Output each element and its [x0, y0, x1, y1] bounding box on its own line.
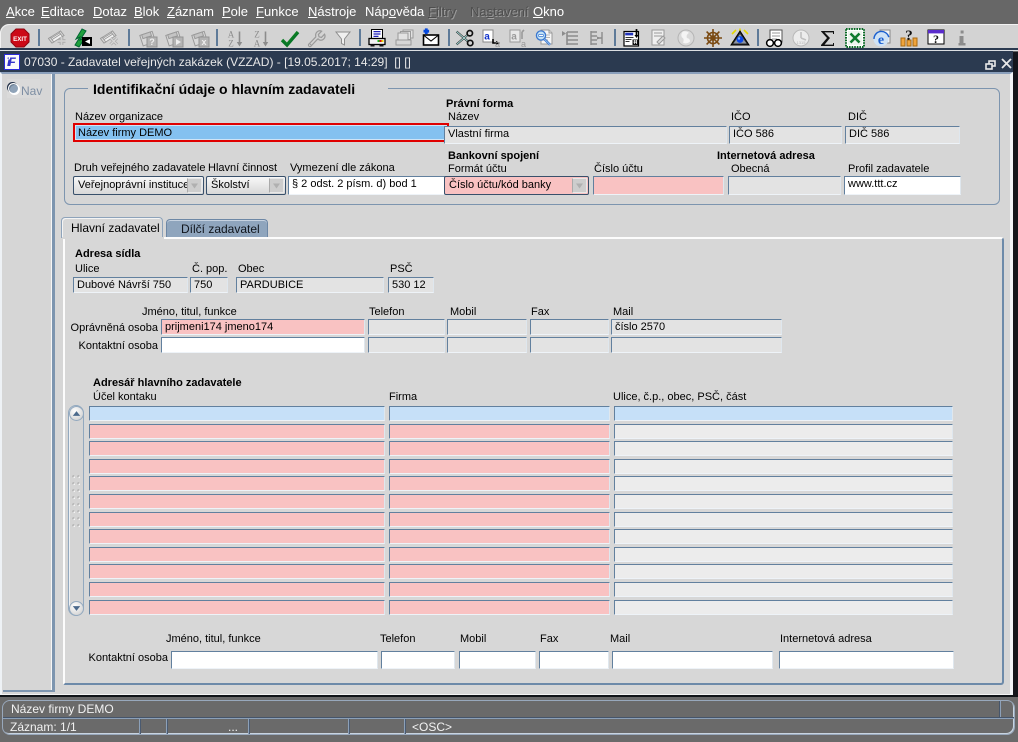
svg-text:?: ?	[905, 28, 913, 44]
svg-text:Z: Z	[228, 39, 234, 49]
svg-text:?: ?	[933, 32, 939, 46]
svg-text:EXIT: EXIT	[13, 36, 27, 43]
svg-text:x: x	[201, 37, 206, 47]
svg-text:a: a	[521, 39, 526, 48]
svg-text:a: a	[484, 32, 490, 43]
svg-text:a: a	[495, 39, 500, 48]
svg-text:e: e	[878, 33, 884, 48]
svg-text:a: a	[511, 32, 517, 43]
svg-text:?: ?	[149, 37, 155, 47]
svg-text:A: A	[254, 39, 261, 49]
svg-text:1315: 1315	[797, 40, 807, 45]
